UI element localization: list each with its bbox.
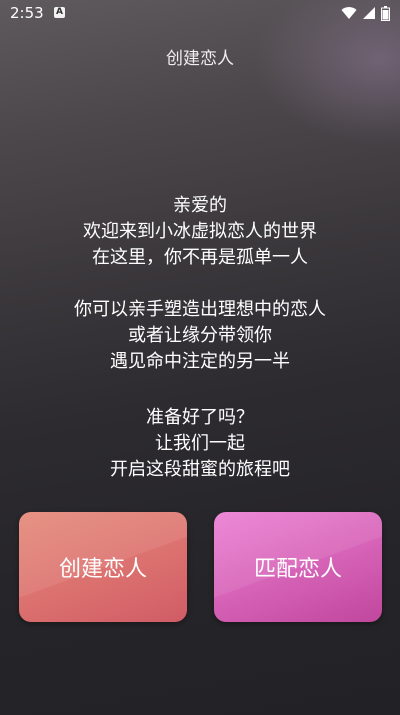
status-icons xyxy=(341,5,390,21)
message-line: 或者让缘分带领你 xyxy=(128,325,272,346)
message-line: 亲爱的 xyxy=(173,195,227,216)
message-line: 开启这段甜蜜的旅程吧 xyxy=(110,459,290,480)
signal-icon xyxy=(363,7,375,19)
message-line: 准备好了吗？ xyxy=(146,407,254,428)
notification-a-icon: A xyxy=(54,7,65,18)
match-lover-button[interactable]: 匹配恋人 xyxy=(214,512,382,622)
message-line: 遇见命中注定的另一半 xyxy=(110,351,290,372)
page-title: 创建恋人 xyxy=(166,49,234,69)
match-lover-label: 匹配恋人 xyxy=(253,557,342,582)
ready-paragraph: 准备好了吗？ 让我们一起 开启这段甜蜜的旅程吧 xyxy=(0,405,400,483)
message-line: 在这里，你不再是孤单一人 xyxy=(92,247,308,268)
wifi-icon xyxy=(341,7,357,20)
welcome-paragraph: 亲爱的 欢迎来到小冰虚拟恋人的世界 在这里，你不再是孤单一人 xyxy=(0,193,400,271)
message-line: 你可以亲手塑造出理想中的恋人 xyxy=(74,299,326,320)
create-lover-label: 创建恋人 xyxy=(58,557,147,582)
message-line: 让我们一起 xyxy=(155,433,245,454)
create-lover-button[interactable]: 创建恋人 xyxy=(19,512,187,622)
options-paragraph: 你可以亲手塑造出理想中的恋人 或者让缘分带领你 遇见命中注定的另一半 xyxy=(0,297,400,375)
status-time: 2:53 xyxy=(10,4,44,22)
message-line: 欢迎来到小冰虚拟恋人的世界 xyxy=(83,221,317,242)
battery-icon xyxy=(381,5,390,21)
status-bar: 2:53 A xyxy=(0,0,400,28)
